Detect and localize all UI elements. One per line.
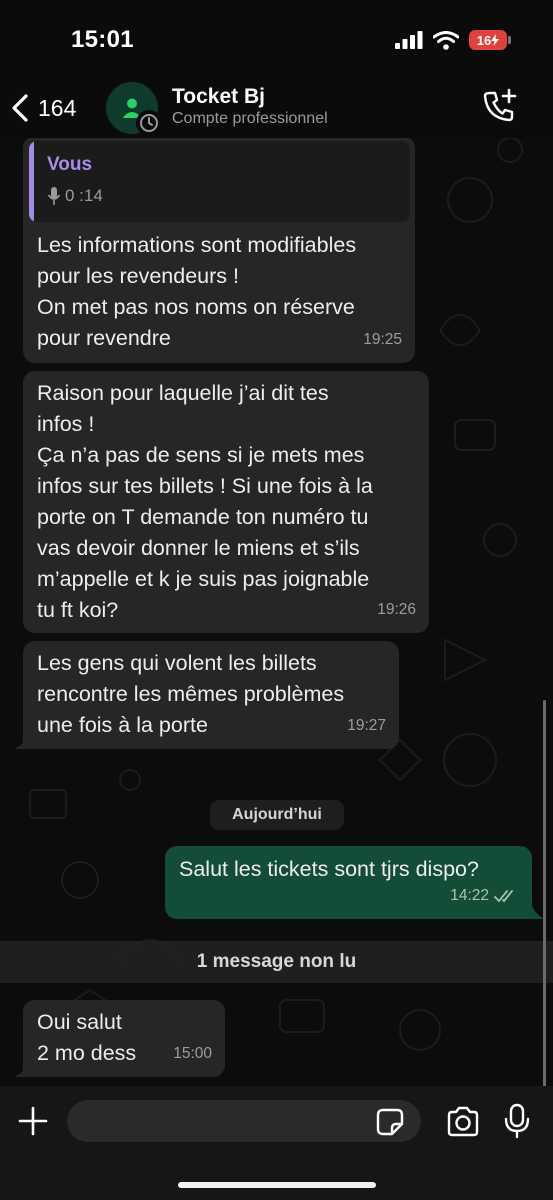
add-call-button[interactable]	[481, 88, 517, 124]
message-time: 19:27	[347, 717, 386, 734]
store-badge-icon	[140, 114, 158, 132]
status-bar: 15:01 16	[0, 0, 553, 80]
message-incoming[interactable]: Raison pour laquelle j’ai dit tes infos …	[23, 371, 429, 633]
message-time: 14:22	[450, 880, 516, 911]
camera-button[interactable]	[445, 1105, 481, 1139]
battery-level: 16	[476, 32, 492, 48]
status-icons: 16	[395, 30, 511, 50]
bubble-tail	[14, 733, 28, 749]
bubble-tail	[14, 1061, 28, 1077]
contact-subtitle: Compte professionnel	[172, 110, 328, 127]
message-outgoing[interactable]: Salut les tickets sont tjrs dispo? 14:22	[165, 846, 532, 919]
quoted-voice-note[interactable]: Vous 0 :14	[29, 141, 410, 222]
camera-icon	[447, 1106, 479, 1137]
home-indicator[interactable]	[178, 1182, 376, 1188]
composer-bar	[0, 1086, 553, 1200]
battery-indicator: 16	[469, 30, 511, 50]
scrollbar[interactable]	[543, 700, 546, 1090]
voice-note-duration: 0 :14	[65, 186, 103, 205]
sticker-icon	[376, 1108, 404, 1136]
message-incoming[interactable]: Oui salut 2 mo dess 15:00	[23, 1000, 225, 1077]
add-call-icon	[483, 88, 517, 122]
attach-button[interactable]	[16, 1104, 50, 1138]
read-checkmarks-icon	[494, 889, 513, 902]
voice-record-button[interactable]	[503, 1103, 531, 1139]
microphone-icon	[47, 187, 61, 205]
sticker-button[interactable]	[375, 1107, 405, 1137]
message-time: 19:25	[363, 331, 402, 348]
unread-divider: 1 message non lu	[0, 941, 553, 983]
plus-icon	[18, 1106, 48, 1136]
signal-icon	[395, 31, 423, 49]
message-time: 15:00	[173, 1045, 212, 1062]
back-button[interactable]: 164	[10, 88, 76, 128]
charging-bolt-icon	[491, 34, 500, 46]
wifi-icon	[433, 30, 459, 50]
message-time-value: 14:22	[450, 887, 489, 904]
message-text: Raison pour laquelle j’ai dit tes infos …	[37, 381, 373, 622]
contact-name[interactable]: Tocket Bj	[172, 85, 265, 109]
microphone-icon	[504, 1103, 530, 1139]
message-time: 19:26	[377, 601, 416, 618]
quote-author: Vous	[47, 154, 93, 175]
chevron-left-icon	[12, 94, 28, 122]
status-time: 15:01	[71, 26, 134, 53]
message-text: Les gens qui volent les billets rencontr…	[37, 651, 345, 737]
date-divider: Aujourd’hui	[210, 800, 344, 830]
chat-header: 164 Tocket Bj Compte professionnel	[0, 80, 553, 138]
business-badge	[136, 110, 162, 136]
quote-duration: 0 :14	[47, 186, 103, 206]
quote-accent-bar	[29, 141, 34, 222]
message-incoming[interactable]: Les gens qui volent les billets rencontr…	[23, 641, 399, 749]
unread-chats-count: 164	[38, 94, 77, 121]
message-input[interactable]	[67, 1100, 421, 1142]
